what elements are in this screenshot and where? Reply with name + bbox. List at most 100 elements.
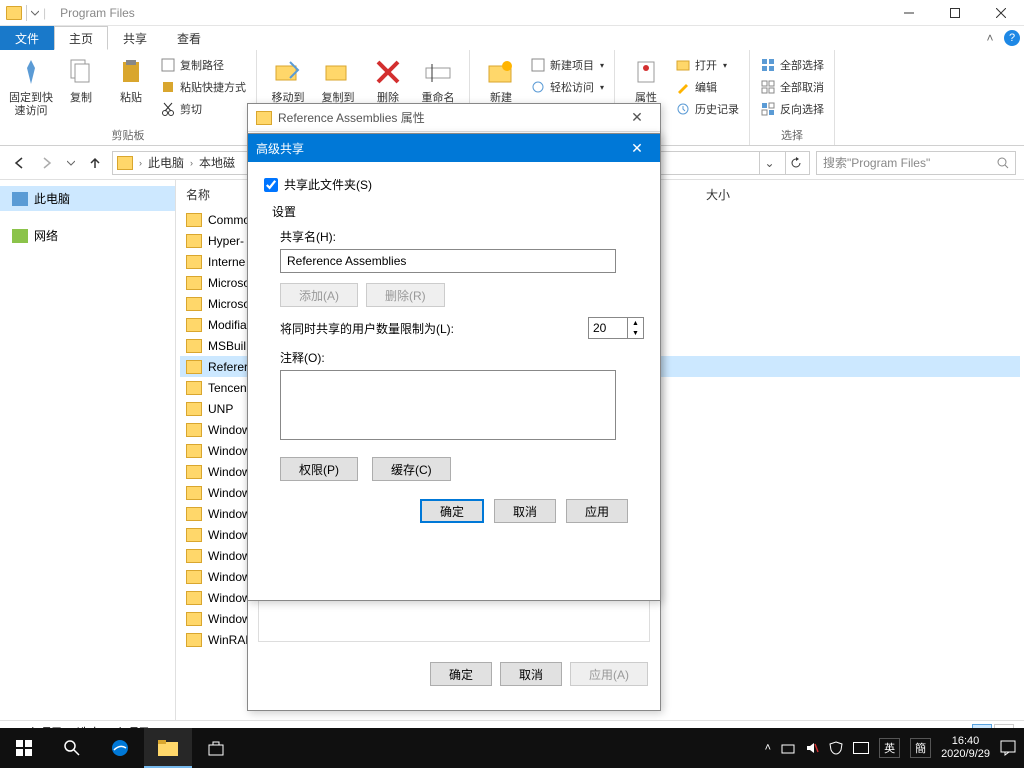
folder-icon bbox=[186, 549, 202, 563]
minimize-button[interactable] bbox=[886, 0, 932, 26]
search-input[interactable]: 搜索"Program Files" bbox=[816, 151, 1016, 175]
network-icon bbox=[12, 229, 28, 243]
tab-home[interactable]: 主页 bbox=[54, 26, 108, 50]
help-button[interactable]: ? bbox=[1000, 26, 1024, 50]
search-task-button[interactable] bbox=[48, 728, 96, 768]
permissions-button[interactable]: 权限(P) bbox=[280, 457, 358, 481]
delete-button[interactable]: 删除 bbox=[363, 52, 413, 105]
user-limit-label: 将同时共享的用户数量限制为(L): bbox=[280, 320, 580, 337]
folder-icon bbox=[186, 465, 202, 479]
paste-button[interactable]: 粘贴 bbox=[106, 52, 156, 105]
close-button[interactable] bbox=[978, 0, 1024, 26]
invert-selection-button[interactable]: 反向选择 bbox=[756, 98, 828, 120]
folder-icon bbox=[186, 612, 202, 626]
ribbon-collapse-icon[interactable]: ˄ bbox=[980, 26, 1000, 50]
folder-icon bbox=[186, 591, 202, 605]
folder-icon bbox=[186, 234, 202, 248]
recent-dropdown[interactable] bbox=[64, 152, 78, 174]
comment-textarea[interactable] bbox=[280, 370, 616, 440]
comment-label: 注释(O): bbox=[280, 349, 644, 366]
tray-overflow-icon[interactable]: ˄ bbox=[765, 742, 771, 754]
cut-button[interactable]: 剪切 bbox=[156, 98, 250, 120]
share-name-input[interactable] bbox=[280, 249, 616, 273]
cache-button[interactable]: 缓存(C) bbox=[372, 457, 451, 481]
spin-down-icon[interactable]: ▼ bbox=[628, 328, 643, 338]
folder-icon bbox=[186, 444, 202, 458]
pin-to-quick-access-button[interactable]: 固定到快 速访问 bbox=[6, 52, 56, 118]
defender-tray-icon[interactable] bbox=[829, 741, 843, 755]
refresh-button[interactable] bbox=[785, 152, 805, 174]
sharing-ok-button[interactable]: 确定 bbox=[420, 499, 484, 523]
share-folder-checkbox[interactable]: 共享此文件夹(S) bbox=[264, 176, 644, 193]
search-icon[interactable] bbox=[997, 157, 1009, 169]
spin-up-icon[interactable]: ▲ bbox=[628, 318, 643, 328]
start-button[interactable] bbox=[0, 728, 48, 768]
sharing-close-button[interactable]: ✕ bbox=[622, 140, 652, 157]
column-size[interactable]: 大小 bbox=[706, 186, 730, 203]
pc-icon bbox=[12, 192, 28, 206]
folder-icon bbox=[186, 633, 202, 647]
keyboard-tray-icon[interactable] bbox=[853, 742, 869, 754]
folder-icon bbox=[186, 297, 202, 311]
sidebar-item-pc[interactable]: 此电脑 bbox=[0, 186, 175, 211]
tab-view[interactable]: 查看 bbox=[162, 26, 216, 50]
user-limit-spinner[interactable]: ▲▼ bbox=[588, 317, 644, 339]
folder-icon bbox=[186, 486, 202, 500]
remove-button[interactable]: 删除(R) bbox=[366, 283, 445, 307]
tab-share[interactable]: 共享 bbox=[108, 26, 162, 50]
open-button[interactable]: 打开▾ bbox=[671, 54, 743, 76]
folder-icon bbox=[186, 255, 202, 269]
rename-button[interactable]: 重命名 bbox=[413, 52, 463, 105]
copy-button[interactable]: 复制 bbox=[56, 52, 106, 105]
volume-tray-icon[interactable] bbox=[805, 741, 819, 755]
properties-ok-button[interactable]: 确定 bbox=[430, 662, 492, 686]
sharing-apply-button[interactable]: 应用 bbox=[566, 499, 628, 523]
copy-to-button[interactable]: 复制到 bbox=[313, 52, 363, 105]
forward-button[interactable] bbox=[36, 152, 58, 174]
copy-path-button[interactable]: 复制路径 bbox=[156, 54, 250, 76]
up-button[interactable] bbox=[84, 152, 106, 174]
properties-titlebar[interactable]: Reference Assemblies 属性 ✕ bbox=[248, 104, 660, 132]
properties-cancel-button[interactable]: 取消 bbox=[500, 662, 562, 686]
back-button[interactable] bbox=[8, 152, 30, 174]
select-none-button[interactable]: 全部取消 bbox=[756, 76, 828, 98]
store-task-button[interactable] bbox=[192, 728, 240, 768]
sidebar: 此电脑 网络 bbox=[0, 180, 176, 720]
move-to-button[interactable]: 移动到 bbox=[263, 52, 313, 105]
folder-icon bbox=[186, 507, 202, 521]
new-folder-button[interactable]: 新建 bbox=[476, 52, 526, 105]
paste-shortcut-button[interactable]: 粘贴快捷方式 bbox=[156, 76, 250, 98]
ime-lang-1[interactable]: 英 bbox=[879, 738, 900, 758]
ime-lang-2[interactable]: 簡 bbox=[910, 738, 931, 758]
select-group-label: 选择 bbox=[756, 125, 828, 145]
taskbar-clock[interactable]: 16:40 2020/9/29 bbox=[941, 735, 990, 761]
clipboard-group-label: 剪贴板 bbox=[6, 125, 250, 145]
easy-access-button[interactable]: 轻松访问▾ bbox=[526, 76, 608, 98]
sharing-cancel-button[interactable]: 取消 bbox=[494, 499, 556, 523]
qat-dropdown-icon[interactable] bbox=[31, 9, 39, 17]
folder-icon bbox=[186, 423, 202, 437]
add-button[interactable]: 添加(A) bbox=[280, 283, 358, 307]
history-button[interactable]: 历史记录 bbox=[671, 98, 743, 120]
maximize-button[interactable] bbox=[932, 0, 978, 26]
properties-close-button[interactable]: ✕ bbox=[622, 109, 652, 126]
breadcrumb-disk[interactable]: 本地磁 bbox=[199, 154, 235, 171]
explorer-task-button[interactable] bbox=[144, 728, 192, 768]
chevron-right-icon[interactable]: › bbox=[139, 158, 142, 168]
sharing-titlebar[interactable]: 高级共享 ✕ bbox=[248, 134, 660, 162]
select-all-button[interactable]: 全部选择 bbox=[756, 54, 828, 76]
edge-task-button[interactable] bbox=[96, 728, 144, 768]
properties-button[interactable]: 属性 bbox=[621, 52, 671, 105]
folder-icon bbox=[186, 570, 202, 584]
folder-icon bbox=[186, 276, 202, 290]
edit-button[interactable]: 编辑 bbox=[671, 76, 743, 98]
breadcrumb-pc[interactable]: 此电脑 bbox=[148, 154, 184, 171]
sidebar-item-network[interactable]: 网络 bbox=[0, 223, 175, 248]
network-tray-icon[interactable] bbox=[781, 741, 795, 755]
notifications-tray-icon[interactable] bbox=[1000, 740, 1016, 756]
address-dropdown[interactable]: ⌄ bbox=[759, 152, 779, 174]
new-item-button[interactable]: 新建项目▾ bbox=[526, 54, 608, 76]
tab-file[interactable]: 文件 bbox=[0, 26, 54, 50]
ribbon-tabs: 文件 主页 共享 查看 ˄ ? bbox=[0, 26, 1024, 50]
properties-apply-button[interactable]: 应用(A) bbox=[570, 662, 648, 686]
